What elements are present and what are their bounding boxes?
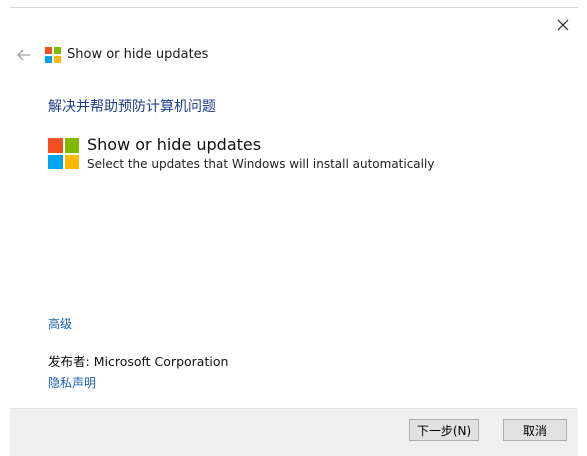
- dialog-footer: 下一步(N) 取消: [10, 408, 578, 456]
- option-description: Select the updates that Windows will ins…: [87, 157, 435, 171]
- windows-logo-icon: [45, 47, 61, 63]
- option-title[interactable]: Show or hide updates: [87, 135, 261, 154]
- window-title: Show or hide updates: [67, 47, 209, 62]
- window-top-border: [10, 7, 578, 8]
- next-button[interactable]: 下一步(N): [409, 419, 479, 441]
- publisher-value: Microsoft Corporation: [93, 354, 229, 369]
- back-arrow-icon: [17, 49, 30, 61]
- privacy-statement-link[interactable]: 隐私声明: [48, 374, 96, 391]
- logo-red-square: [45, 47, 52, 54]
- close-button[interactable]: [548, 14, 578, 36]
- logo-yellow-square: [64, 154, 79, 169]
- back-button[interactable]: [14, 46, 34, 64]
- logo-red-square: [48, 138, 63, 153]
- page-heading: 解决并帮助预防计算机问题: [48, 99, 216, 115]
- logo-blue-square: [48, 154, 63, 169]
- advanced-link[interactable]: 高级: [48, 315, 72, 332]
- publisher-label: 发布者:: [48, 354, 90, 369]
- logo-green-square: [54, 47, 61, 54]
- close-icon: [557, 19, 569, 31]
- logo-yellow-square: [54, 56, 61, 63]
- logo-blue-square: [45, 56, 52, 63]
- windows-logo-icon: [48, 138, 79, 169]
- cancel-button[interactable]: 取消: [503, 419, 567, 441]
- logo-green-square: [64, 138, 79, 153]
- publisher-info: 发布者: Microsoft Corporation: [48, 351, 228, 370]
